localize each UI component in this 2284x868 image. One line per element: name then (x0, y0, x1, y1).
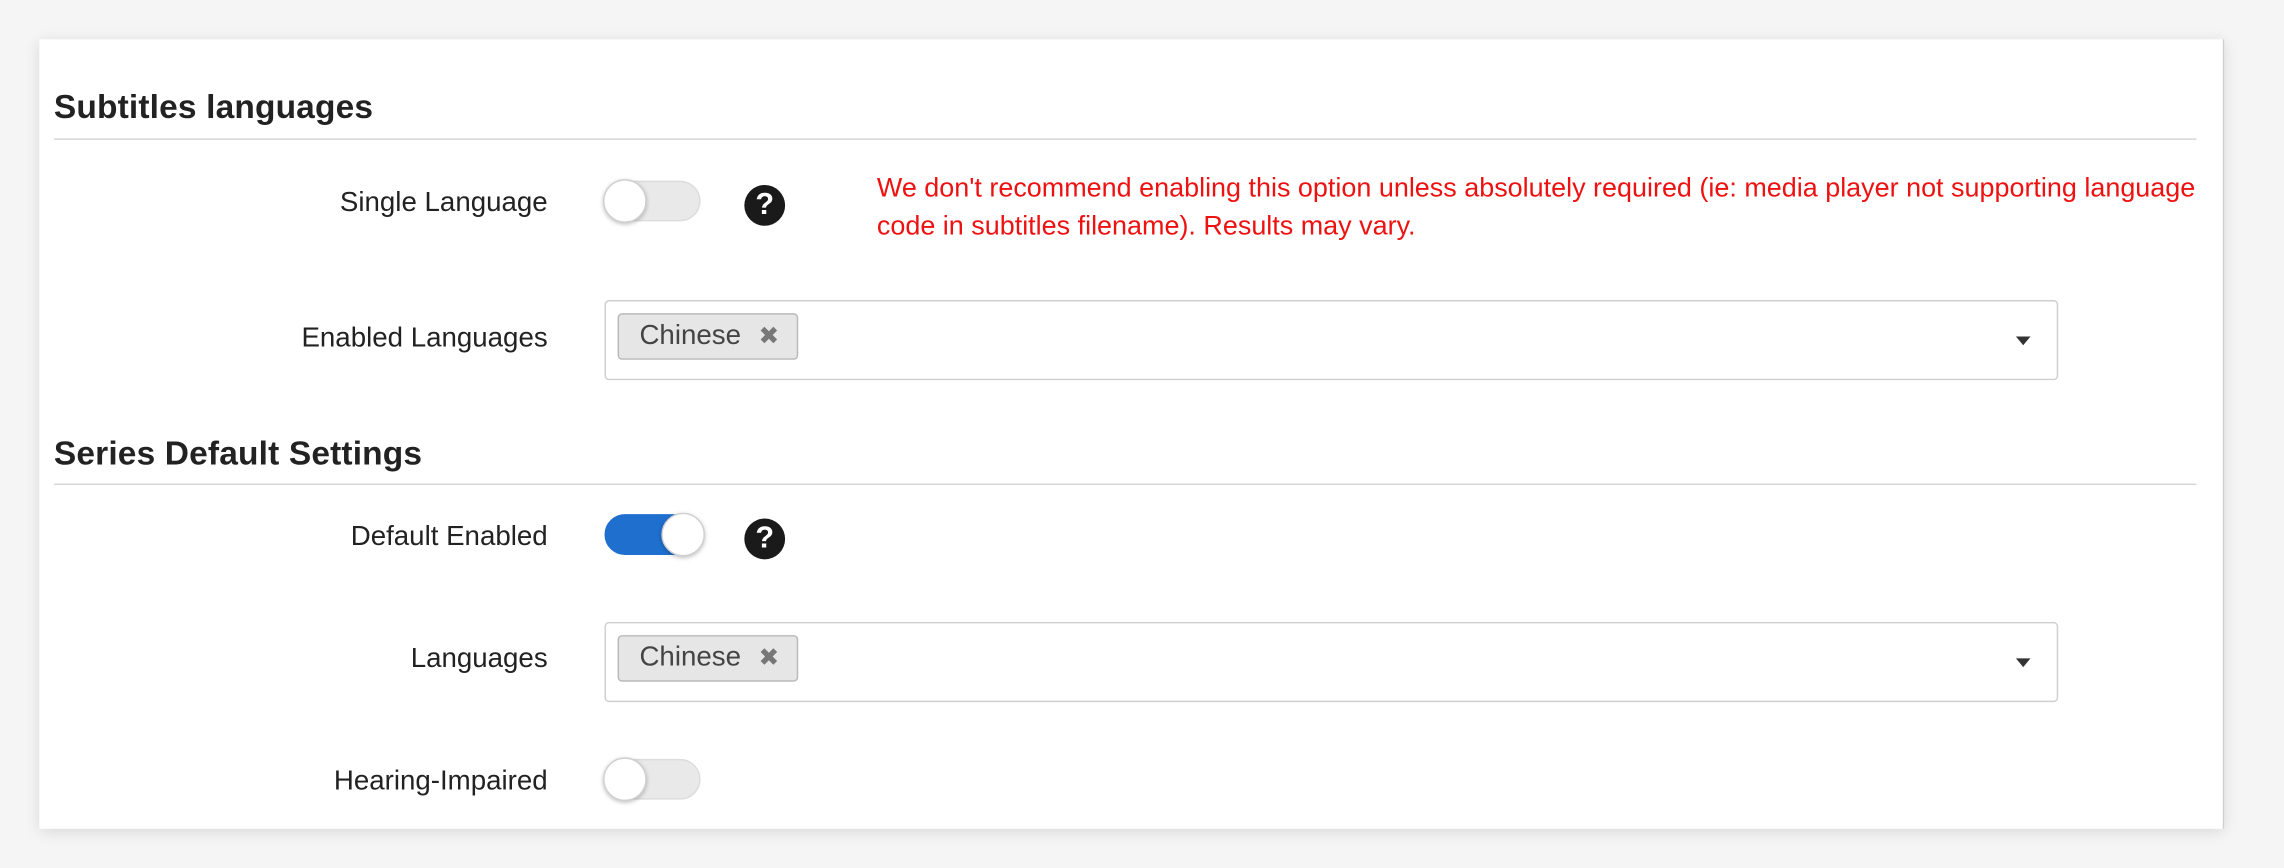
language-chip: Chinese ✖ (617, 313, 799, 360)
section-title-subtitles-languages: Subtitles languages (53, 87, 374, 126)
language-chip-label: Chinese (639, 642, 741, 673)
section-divider (53, 138, 2197, 140)
languages-select[interactable]: Chinese ✖ (604, 621, 2059, 703)
toggle-knob (603, 179, 647, 223)
hearing-impaired-label: Hearing-Impaired (333, 766, 548, 797)
single-language-label: Single Language (339, 187, 548, 219)
remove-x-icon[interactable]: ✖ (758, 322, 779, 351)
toggle-knob (661, 512, 705, 557)
default-enabled-label: Default Enabled (350, 521, 548, 553)
language-chip: Chinese ✖ (617, 635, 799, 682)
section-divider (53, 483, 2197, 486)
panel-scroll-edge (2222, 39, 2225, 829)
single-language-toggle[interactable] (603, 179, 701, 223)
default-enabled-toggle[interactable] (604, 512, 705, 557)
toggle-knob (603, 757, 647, 802)
hearing-impaired-toggle[interactable] (603, 757, 701, 802)
enabled-languages-select[interactable]: Chinese ✖ (604, 300, 2059, 381)
caret-down-icon[interactable] (2015, 336, 2031, 346)
caret-down-icon[interactable] (2015, 658, 2031, 668)
section-title-series-default-settings: Series Default Settings (53, 434, 423, 472)
question-circle-icon[interactable]: ? (744, 184, 786, 226)
single-language-warning: We don't recommend enabling this option … (876, 171, 2196, 241)
enabled-languages-label: Enabled Languages (301, 323, 548, 354)
settings-panel: Subtitles languages Single Language ? We… (39, 39, 2225, 829)
remove-x-icon[interactable]: ✖ (758, 644, 779, 673)
language-chip-label: Chinese (639, 320, 741, 352)
languages-label: Languages (410, 643, 548, 675)
stage: Subtitles languages Single Language ? We… (0, 0, 2284, 868)
question-circle-icon[interactable]: ? (744, 518, 786, 560)
